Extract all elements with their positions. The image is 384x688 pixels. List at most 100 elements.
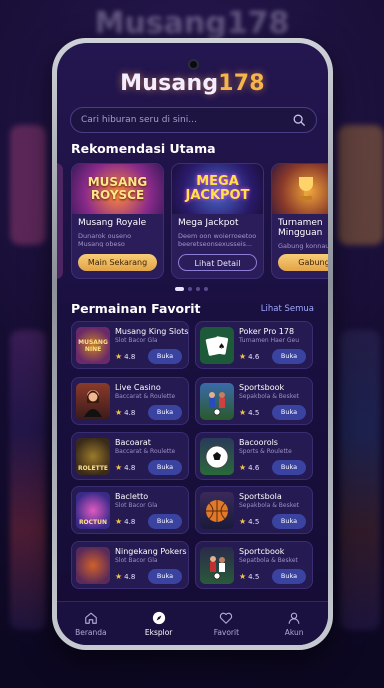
open-game-button[interactable]: Buka bbox=[272, 349, 306, 364]
game-subtitle: Sepakbola & Besket bbox=[239, 393, 300, 400]
star-icon: ★ bbox=[239, 463, 247, 472]
game-subtitle: Baccarat & Roulette bbox=[115, 393, 176, 400]
join-button[interactable]: Gabung bbox=[278, 254, 328, 271]
nav-item-eksplor[interactable]: Eksplor bbox=[129, 611, 189, 637]
open-game-button[interactable]: Buka bbox=[272, 405, 306, 420]
star-icon: ★ bbox=[115, 572, 123, 581]
see-all-link[interactable]: Lihat Semua bbox=[261, 304, 314, 314]
rating-value: 4.8 bbox=[124, 518, 136, 526]
open-game-button[interactable]: Buka bbox=[272, 460, 306, 475]
game-subtitle: Sepatbola & Besket bbox=[239, 557, 298, 564]
rating-value: 4.8 bbox=[124, 409, 136, 417]
open-game-button[interactable]: Buka bbox=[272, 514, 306, 529]
pagination-dot[interactable] bbox=[188, 287, 192, 291]
game-subtitle: Slot Bacor Gla bbox=[115, 557, 158, 564]
pagination-dot[interactable] bbox=[204, 287, 208, 291]
open-game-button[interactable]: Buka bbox=[148, 349, 182, 364]
rating-value: 4.6 bbox=[248, 353, 260, 361]
game-card[interactable]: Ningekang Pokers Slot Bacor Gla ★ 4.8 Buk… bbox=[71, 541, 189, 589]
recommend-card[interactable]: Turnamen Mingguan Gabung konnauo Gabung bbox=[271, 163, 328, 279]
game-name: Sportsbola bbox=[239, 492, 282, 501]
game-rating: ★ 4.6 bbox=[239, 352, 259, 361]
search-icon[interactable] bbox=[292, 113, 306, 127]
nav-label: Beranda bbox=[75, 627, 107, 637]
game-thumbnail: MUSANG NINE bbox=[76, 327, 110, 364]
nav-item-beranda[interactable]: Beranda bbox=[61, 611, 121, 637]
game-rating: ★ 4.8 bbox=[115, 572, 135, 581]
star-icon: ★ bbox=[239, 517, 247, 526]
players-icon bbox=[210, 555, 225, 579]
game-rating: ★ 4.5 bbox=[239, 572, 259, 581]
game-card[interactable]: MUSANG NINE Musang King Slots Slot Bacor… bbox=[71, 321, 189, 369]
game-rating: ★ 4.8 bbox=[115, 408, 135, 417]
pagination-dot[interactable] bbox=[175, 287, 184, 291]
card-art: MUSANG ROYSCE bbox=[72, 164, 163, 214]
pagination-dot[interactable] bbox=[196, 287, 200, 291]
logo-suffix: 178 bbox=[218, 71, 265, 96]
bottom-navigation: Beranda Eksplor Favorit Akun bbox=[57, 601, 328, 645]
game-card[interactable]: Bacoorols Sports & Roulette ★ 4.6 Buka bbox=[195, 432, 313, 480]
game-name: Bacletto bbox=[115, 492, 149, 501]
game-card[interactable]: Sportsbook Sepakbola & Besket ★ 4.5 Buka bbox=[195, 377, 313, 425]
recommend-card[interactable]: MEGA JACKPOT Mega Jackpot Deem oon woier… bbox=[171, 163, 264, 279]
star-icon: ★ bbox=[115, 463, 123, 472]
view-detail-button[interactable]: Lihat Detail bbox=[178, 254, 257, 271]
favorites-title: Permainan Favorit bbox=[71, 301, 201, 316]
background-title: Musang178 bbox=[94, 6, 290, 41]
background-decor bbox=[338, 125, 384, 245]
sports-image bbox=[200, 547, 234, 584]
background-decor bbox=[10, 330, 46, 630]
game-card[interactable]: ROLETTE Bacoarat Baccarat & Roulette ★ 4.… bbox=[71, 432, 189, 480]
carousel-pagination[interactable] bbox=[175, 287, 208, 291]
recommend-carousel[interactable]: MUSANG ROYSCE Musang Royale Dunarok ouse… bbox=[57, 163, 328, 279]
card-name: Musang Royale bbox=[78, 218, 147, 228]
heart-icon bbox=[220, 612, 233, 624]
game-rating: ★ 4.8 bbox=[115, 352, 135, 361]
players-icon bbox=[209, 391, 225, 415]
user-icon bbox=[288, 612, 300, 624]
sports-image bbox=[200, 383, 234, 420]
game-subtitle: Baccarat & Roulette bbox=[115, 448, 176, 455]
soccer-ball-icon bbox=[205, 445, 229, 468]
card-art-text: MUSANG ROYSCE bbox=[87, 175, 148, 202]
open-game-button[interactable]: Buka bbox=[272, 569, 306, 584]
game-name: Bacoorols bbox=[239, 438, 278, 447]
game-card[interactable]: Sportcbook Sepatbola & Besket ★ 4.5 Buka bbox=[195, 541, 313, 589]
nav-item-favorit[interactable]: Favorit bbox=[196, 611, 256, 637]
game-thumbnail: ROLETTE bbox=[76, 438, 110, 475]
open-game-button[interactable]: Buka bbox=[148, 569, 182, 584]
game-card[interactable]: Live Casino Baccarat & Roulette ★ 4.8 Buk… bbox=[71, 377, 189, 425]
card-name: Turnamen Mingguan bbox=[278, 218, 323, 238]
rating-value: 4.5 bbox=[248, 573, 260, 581]
nav-label: Akun bbox=[284, 627, 304, 637]
game-thumbnail bbox=[76, 547, 110, 584]
game-subtitle: Sports & Roulette bbox=[239, 448, 292, 455]
play-now-button[interactable]: Main Sekarang bbox=[78, 254, 157, 271]
nav-label: Eksplor bbox=[144, 627, 173, 637]
game-subtitle: Turnamen Haer Geu bbox=[239, 337, 300, 344]
recommend-card[interactable]: MUSANG ROYSCE Musang Royale Dunarok ouse… bbox=[71, 163, 164, 279]
card-art: MEGA JACKPOT bbox=[172, 164, 263, 214]
game-name: Sportcbook bbox=[239, 547, 285, 556]
game-rating: ★ 4.6 bbox=[239, 463, 259, 472]
star-icon: ★ bbox=[115, 352, 123, 361]
cards-icon: ♠ bbox=[200, 327, 234, 364]
card-desc: Dunarok ouseno Musang obeso eksoluelo. bbox=[78, 231, 132, 247]
open-game-button[interactable]: Buka bbox=[148, 460, 182, 475]
open-game-button[interactable]: Buka bbox=[148, 405, 182, 420]
search-input[interactable]: Cari hiburan seru di sini... bbox=[81, 115, 292, 125]
rating-value: 4.5 bbox=[248, 409, 260, 417]
game-name: Poker Pro 178 bbox=[239, 327, 295, 336]
background-decor bbox=[340, 330, 380, 630]
star-icon: ★ bbox=[115, 517, 123, 526]
game-name: Bacoarat bbox=[115, 438, 151, 447]
nav-item-akun[interactable]: Akun bbox=[264, 611, 324, 637]
open-game-button[interactable]: Buka bbox=[148, 514, 182, 529]
game-card[interactable]: Sportsbola Sepakbola & Besket ★ 4.5 Buka bbox=[195, 486, 313, 534]
game-card[interactable]: ROCTUN Bacletto Slot Bacor Gla ★ 4.8 Buka bbox=[71, 486, 189, 534]
game-card[interactable]: ♠ Poker Pro 178 Turnamen Haer Geu ★ 4.6 B… bbox=[195, 321, 313, 369]
star-icon: ★ bbox=[239, 352, 247, 361]
search-bar[interactable]: Cari hiburan seru di sini... bbox=[70, 107, 317, 133]
game-rating: ★ 4.5 bbox=[239, 517, 259, 526]
game-subtitle: Slot Bacor Gla bbox=[115, 502, 158, 509]
